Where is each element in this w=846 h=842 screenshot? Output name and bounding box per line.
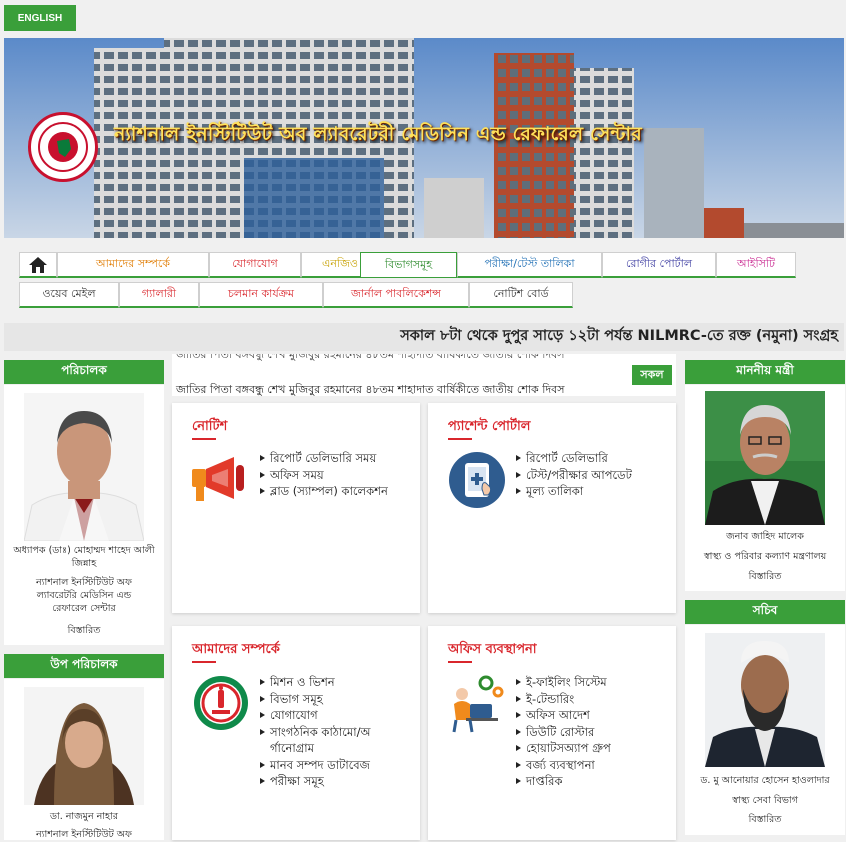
nav-ict[interactable]: আইসিটি (716, 252, 796, 278)
director-card: অধ্যাপক (ডাঃ) মোহাম্মদ শাহেদ আলী জিন্নাহ… (4, 385, 164, 645)
minister-heading: মাননীয় মন্ত্রী (685, 360, 845, 384)
about-link-mission-vision[interactable]: মিশন ও ভিশন (258, 674, 408, 691)
nav-test-list[interactable]: পরীক্ষা/টেস্ট তালিকা (457, 252, 602, 278)
office-worker-icon (452, 675, 504, 733)
director-photo (24, 393, 144, 541)
minister-photo (705, 391, 825, 525)
deputy-director-photo (24, 687, 144, 805)
nav-contact[interactable]: যোগাযোগ (209, 252, 301, 278)
office-management-card: অফিস ব্যবস্থাপনা ই-ফাইলিং সিস্টেম ই-টেন্… (428, 626, 676, 840)
about-us-card: আমাদের সম্পর্কে মিশন ও ভিশন বিভাগ সমূহ য… (172, 626, 420, 840)
secretary-division: স্বাস্থ্য সেবা বিভাগ (732, 795, 798, 806)
secretary-heading: সচিব (685, 600, 845, 624)
office-link-duty-roster[interactable]: ডিউটি রোস্টার (514, 724, 611, 741)
news-scroller: জাতির পিতা বঙ্গবন্ধু শেখ মুজিবুর রহমানের… (172, 354, 676, 396)
about-link-departments[interactable]: বিভাগ সমূহ (258, 691, 408, 708)
office-management-links: ই-ফাইলিং সিস্টেম ই-টেন্ডারিং অফিস আদেশ ড… (514, 674, 611, 790)
minister-details-link[interactable]: বিস্তারিত (685, 571, 845, 584)
minister-name[interactable]: জনাব জাহিদ মালেক (685, 531, 845, 544)
minister-card: জনাব জাহিদ মালেক স্বাস্থ্য ও পরিবার কল্য… (685, 385, 845, 591)
about-link-tests[interactable]: পরীক্ষা সমূহ (258, 773, 408, 790)
about-link-contact[interactable]: যোগাযোগ (258, 707, 408, 724)
nav-departments[interactable]: বিভাগসমূহ (360, 252, 457, 278)
about-us-links: মিশন ও ভিশন বিভাগ সমূহ যোগাযোগ সাংগঠনিক … (258, 674, 408, 790)
notice-card: নোটিশ রিপোর্ট ডেলিভারি সময় অফিস সময় ব্… (172, 403, 420, 613)
institute-title: ন্যাশনাল ইনস্টিটিউট অব ল্যাবরেটরী মেডিসি… (114, 123, 642, 145)
news-item-partial[interactable]: জাতির পিতা বঙ্গবন্ধু শেখ মুজিবুর রহমানের… (176, 354, 565, 365)
director-org: ন্যাশনাল ইনস্টিটিউট অফ ল্যাবরেটরি মেডিসি… (36, 577, 132, 614)
news-all-button[interactable]: সকল (632, 365, 672, 385)
minister-ministry: স্বাস্থ্য ও পরিবার কল্যাণ মন্ত্রণালয় (703, 551, 827, 562)
office-link-office-order[interactable]: অফিস আদেশ (514, 707, 611, 724)
megaphone-icon (192, 457, 244, 501)
announcement-ticker: সকাল ৮টা থেকে দুপুর সাড়ে ১২টা পর্যন্ত N… (4, 323, 844, 351)
patient-portal-card: প্যাশেন্ট পোর্টাল রিপোর্ট ডেলিভারি টেস্ট… (428, 403, 676, 613)
patient-portal-card-title: প্যাশেন্ট পোর্টাল (448, 417, 530, 440)
nav-about[interactable]: আমাদের সম্পর্কে (57, 252, 209, 278)
patient-link-price-list[interactable]: মূল্য তালিকা (514, 483, 632, 500)
office-link-etendering[interactable]: ই-টেন্ডারিং (514, 691, 611, 708)
about-link-hr-database[interactable]: মানব সম্পদ ডাটাবেজ (258, 757, 408, 774)
patient-link-test-update[interactable]: টেস্ট/পরীক্ষার আপডেট (514, 467, 632, 484)
office-management-card-title: অফিস ব্যবস্থাপনা (448, 640, 537, 663)
secretary-name[interactable]: ড. মু আনোয়ার হোসেন হাওলাদার (685, 775, 845, 788)
nav-webmail[interactable]: ওয়েব মেইল (19, 282, 119, 308)
news-item[interactable]: জাতির পিতা বঙ্গবন্ধু শেখ মুজিবুর রহমানের… (176, 381, 565, 396)
patient-portal-links: রিপোর্ট ডেলিভারি টেস্ট/পরীক্ষার আপডেট মূ… (514, 450, 632, 500)
about-us-card-title: আমাদের সম্পর্কে (192, 640, 280, 663)
institute-seal-icon (194, 676, 248, 730)
bangladesh-government-logo (28, 112, 98, 182)
about-link-organogram[interactable]: সাংগঠনিক কাঠামো/অ র্গানোগ্রাম (258, 724, 408, 757)
notice-link-blood-collection[interactable]: ব্লাড (স্যাম্পল) কালেকশন (258, 483, 388, 500)
nav-patient-portal[interactable]: রোগীর পোর্টাল (602, 252, 716, 278)
director-name[interactable]: অধ্যাপক (ডাঃ) মোহাম্মদ শাহেদ আলী জিন্নাহ (10, 545, 158, 571)
notice-link-office-time[interactable]: অফিস সময় (258, 467, 388, 484)
nav-gallery[interactable]: গ্যালারী (119, 282, 199, 308)
patient-link-report-delivery[interactable]: রিপোর্ট ডেলিভারি (514, 450, 632, 467)
deputy-director-heading: উপ পরিচালক (4, 654, 164, 678)
home-button[interactable] (19, 252, 57, 278)
secretary-photo (705, 633, 825, 767)
director-heading: পরিচালক (4, 360, 164, 384)
notice-link-report-delivery[interactable]: রিপোর্ট ডেলিভারি সময় (258, 450, 388, 467)
nav-notice-board[interactable]: নোটিশ বোর্ড (469, 282, 573, 308)
secretary-details-link[interactable]: বিস্তারিত (685, 814, 845, 827)
office-link-official[interactable]: দাপ্তরিক (514, 773, 611, 790)
nav-journal-publications[interactable]: জার্নাল পাবলিকেশন্স (323, 282, 469, 308)
director-details-link[interactable]: বিস্তারিত (4, 625, 164, 638)
deputy-director-card: ডা. নাজমুন নাহার ন্যাশনাল ইনস্টিটিউট অফ (4, 679, 164, 840)
office-link-whatsapp-group[interactable]: হোয়াটসঅ্যাপ গ্রুপ (514, 740, 611, 757)
deputy-director-name[interactable]: ডা. নাজমুন নাহার (4, 811, 164, 824)
tablet-touch-icon (449, 452, 505, 508)
notice-links: রিপোর্ট ডেলিভারি সময় অফিস সময় ব্লাড (স… (258, 450, 388, 500)
home-icon (29, 256, 47, 273)
secretary-card: ড. মু আনোয়ার হোসেন হাওলাদার স্বাস্থ্য স… (685, 625, 845, 835)
office-link-waste-management[interactable]: বর্জ্য ব্যবস্থাপনা (514, 757, 611, 774)
notice-card-title: নোটিশ (192, 417, 227, 440)
nav-ongoing-activities[interactable]: চলমান কার্যক্রম (199, 282, 323, 308)
office-link-efiling[interactable]: ই-ফাইলিং সিস্টেম (514, 674, 611, 691)
english-language-button[interactable]: ENGLISH (4, 5, 76, 31)
header-banner: ন্যাশনাল ইনস্টিটিউট অব ল্যাবরেটরী মেডিসি… (4, 38, 844, 238)
